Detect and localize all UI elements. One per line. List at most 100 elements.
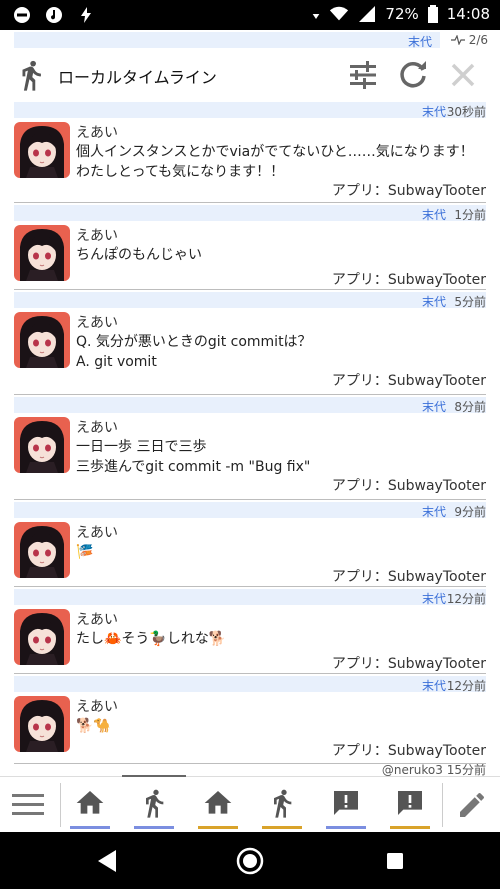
walking-person-icon <box>274 789 292 818</box>
tab-local-timeline[interactable] <box>122 777 186 833</box>
avatar[interactable] <box>14 312 70 368</box>
walking-person-icon <box>22 60 41 91</box>
timeline-post[interactable]: 末代 5分前 えあい Q. 気分が悪いときのgit commitは？ A. gi… <box>14 290 486 395</box>
pencil-icon <box>460 792 485 817</box>
timeline-list[interactable]: 末代 30秒前 えあい 個人インスタンスとかでviaがでてないひと……気になりま… <box>14 100 486 764</box>
post-meta: 末代 30秒前 <box>14 100 486 120</box>
post-time: 12分前 <box>446 592 486 606</box>
post-time: 8分前 <box>454 400 486 414</box>
post-app: アプリ：SubwayTooter <box>331 656 486 672</box>
post-account: 末代 <box>421 400 446 414</box>
post-account: 末代 <box>421 592 446 606</box>
post-account: 末代 <box>421 679 446 693</box>
post-author[interactable]: えあい <box>76 522 118 542</box>
post-content: 個人インスタンスとかでviaがでてないひと……気になります！わたしとっても気にな… <box>76 144 474 180</box>
menu-button[interactable] <box>0 777 56 833</box>
notification-icon <box>334 791 358 815</box>
tab-indicator <box>262 826 302 829</box>
timeline-post[interactable]: 末代 8分前 えあい 一日一歩 三日で三歩 三歩進んでgit commit -m… <box>14 395 486 500</box>
tab-notifications-2[interactable] <box>378 777 442 833</box>
compose-button[interactable] <box>444 777 500 833</box>
clock: 14:08 <box>446 5 490 23</box>
post-app: アプリ：SubwayTooter <box>331 272 486 288</box>
post-content: 🐕🐪 <box>76 718 111 734</box>
battery-icon <box>427 5 438 23</box>
wifi-icon <box>330 6 349 21</box>
post-author[interactable]: えあい <box>76 122 118 142</box>
post-author[interactable]: えあい <box>76 609 118 629</box>
back-icon[interactable] <box>92 846 122 876</box>
notification-icon <box>398 791 422 815</box>
post-time: 9分前 <box>454 505 486 519</box>
walking-person-icon <box>146 789 164 818</box>
timeline-post[interactable]: 末代 12分前 えあい たし🦀そう🦆しれな🐕 アプリ：SubwayTooter <box>14 587 486 674</box>
post-content: 一日一歩 三日で三歩 三歩進んでgit commit -m "Bug fix" <box>76 439 311 475</box>
post-time: 30秒前 <box>446 105 486 119</box>
post-meta: 末代 5分前 <box>14 290 486 310</box>
tab-local-timeline-2[interactable] <box>250 777 314 833</box>
home-icon <box>204 791 232 814</box>
tab-indicator <box>70 826 110 829</box>
next-post-peek: @neruko3 15分前 <box>14 764 486 776</box>
timeline-post[interactable]: 末代 1分前 えあい ちんぽのもんじゃい アプリ：SubwayTooter <box>14 203 486 290</box>
tab-home-2[interactable] <box>186 777 250 833</box>
column-title: ローカルタイムライン <box>58 68 217 87</box>
tab-indicator <box>134 826 174 829</box>
post-meta: 末代 1分前 <box>14 203 486 223</box>
recents-icon[interactable] <box>380 846 410 876</box>
post-account: 末代 <box>421 208 446 222</box>
refresh-icon[interactable] <box>396 58 430 92</box>
post-app: アプリ：SubwayTooter <box>331 743 486 759</box>
post-content: ちんぽのもんじゃい <box>76 247 202 263</box>
battery-percent: 72% <box>385 5 419 23</box>
column-page-indicator: 2/6 <box>450 33 488 47</box>
post-meta: 末代 12分前 <box>14 587 486 607</box>
home-icon <box>76 791 104 814</box>
close-icon[interactable] <box>446 58 480 92</box>
post-time: 1分前 <box>454 208 486 222</box>
post-author[interactable]: えあい <box>76 696 118 716</box>
status-bar: 72% 14:08 <box>0 0 500 30</box>
column-account-label: 末代 <box>407 35 432 49</box>
timeline-post[interactable]: 末代 12分前 えあい 🐕🐪 アプリ：SubwayTooter <box>14 674 486 764</box>
next-post-meta: @neruko3 15分前 <box>381 764 486 776</box>
post-meta: 末代 8分前 <box>14 395 486 415</box>
avatar[interactable] <box>14 122 70 178</box>
post-author[interactable]: えあい <box>76 312 118 332</box>
column-header: ローカルタイムライン <box>0 50 500 100</box>
data-arrows-icon <box>313 14 320 19</box>
tab-indicator <box>390 826 430 829</box>
post-app: アプリ：SubwayTooter <box>331 478 486 494</box>
tab-indicator <box>198 826 238 829</box>
avatar[interactable] <box>14 609 70 665</box>
tab-notifications[interactable] <box>314 777 378 833</box>
avatar[interactable] <box>14 417 70 473</box>
music-note-icon <box>46 7 62 23</box>
pulse-icon <box>450 34 465 46</box>
avatar[interactable] <box>14 696 70 752</box>
post-account: 末代 <box>421 505 446 519</box>
post-content: 🎏 <box>76 544 94 560</box>
system-navigation-bar <box>0 832 500 889</box>
post-author[interactable]: えあい <box>76 225 118 245</box>
tab-indicator <box>326 826 366 829</box>
avatar[interactable] <box>14 522 70 578</box>
avatar[interactable] <box>14 225 70 281</box>
do-not-disturb-icon <box>14 7 30 23</box>
cell-signal-icon <box>359 6 376 22</box>
post-content: Q. 気分が悪いときのgit commitは？ A. git vomit <box>76 334 312 370</box>
timeline-post[interactable]: 末代 30秒前 えあい 個人インスタンスとかでviaがでてないひと……気になりま… <box>14 100 486 203</box>
flash-icon <box>81 7 91 23</box>
hamburger-menu-icon <box>12 794 44 815</box>
post-content: たし🦀そう🦆しれな🐕 <box>76 631 227 647</box>
timeline-post[interactable]: 末代 9分前 えあい 🎏 アプリ：SubwayTooter <box>14 500 486 587</box>
settings-sliders-icon[interactable] <box>346 58 380 92</box>
tab-home[interactable] <box>58 777 122 833</box>
post-meta: 末代 9分前 <box>14 500 486 520</box>
home-circle-icon[interactable] <box>235 846 265 876</box>
post-app: アプリ：SubwayTooter <box>331 373 486 389</box>
post-account: 末代 <box>421 295 446 309</box>
post-author[interactable]: えあい <box>76 417 118 437</box>
post-meta: 末代 12分前 <box>14 674 486 694</box>
post-time: 12分前 <box>446 679 486 693</box>
